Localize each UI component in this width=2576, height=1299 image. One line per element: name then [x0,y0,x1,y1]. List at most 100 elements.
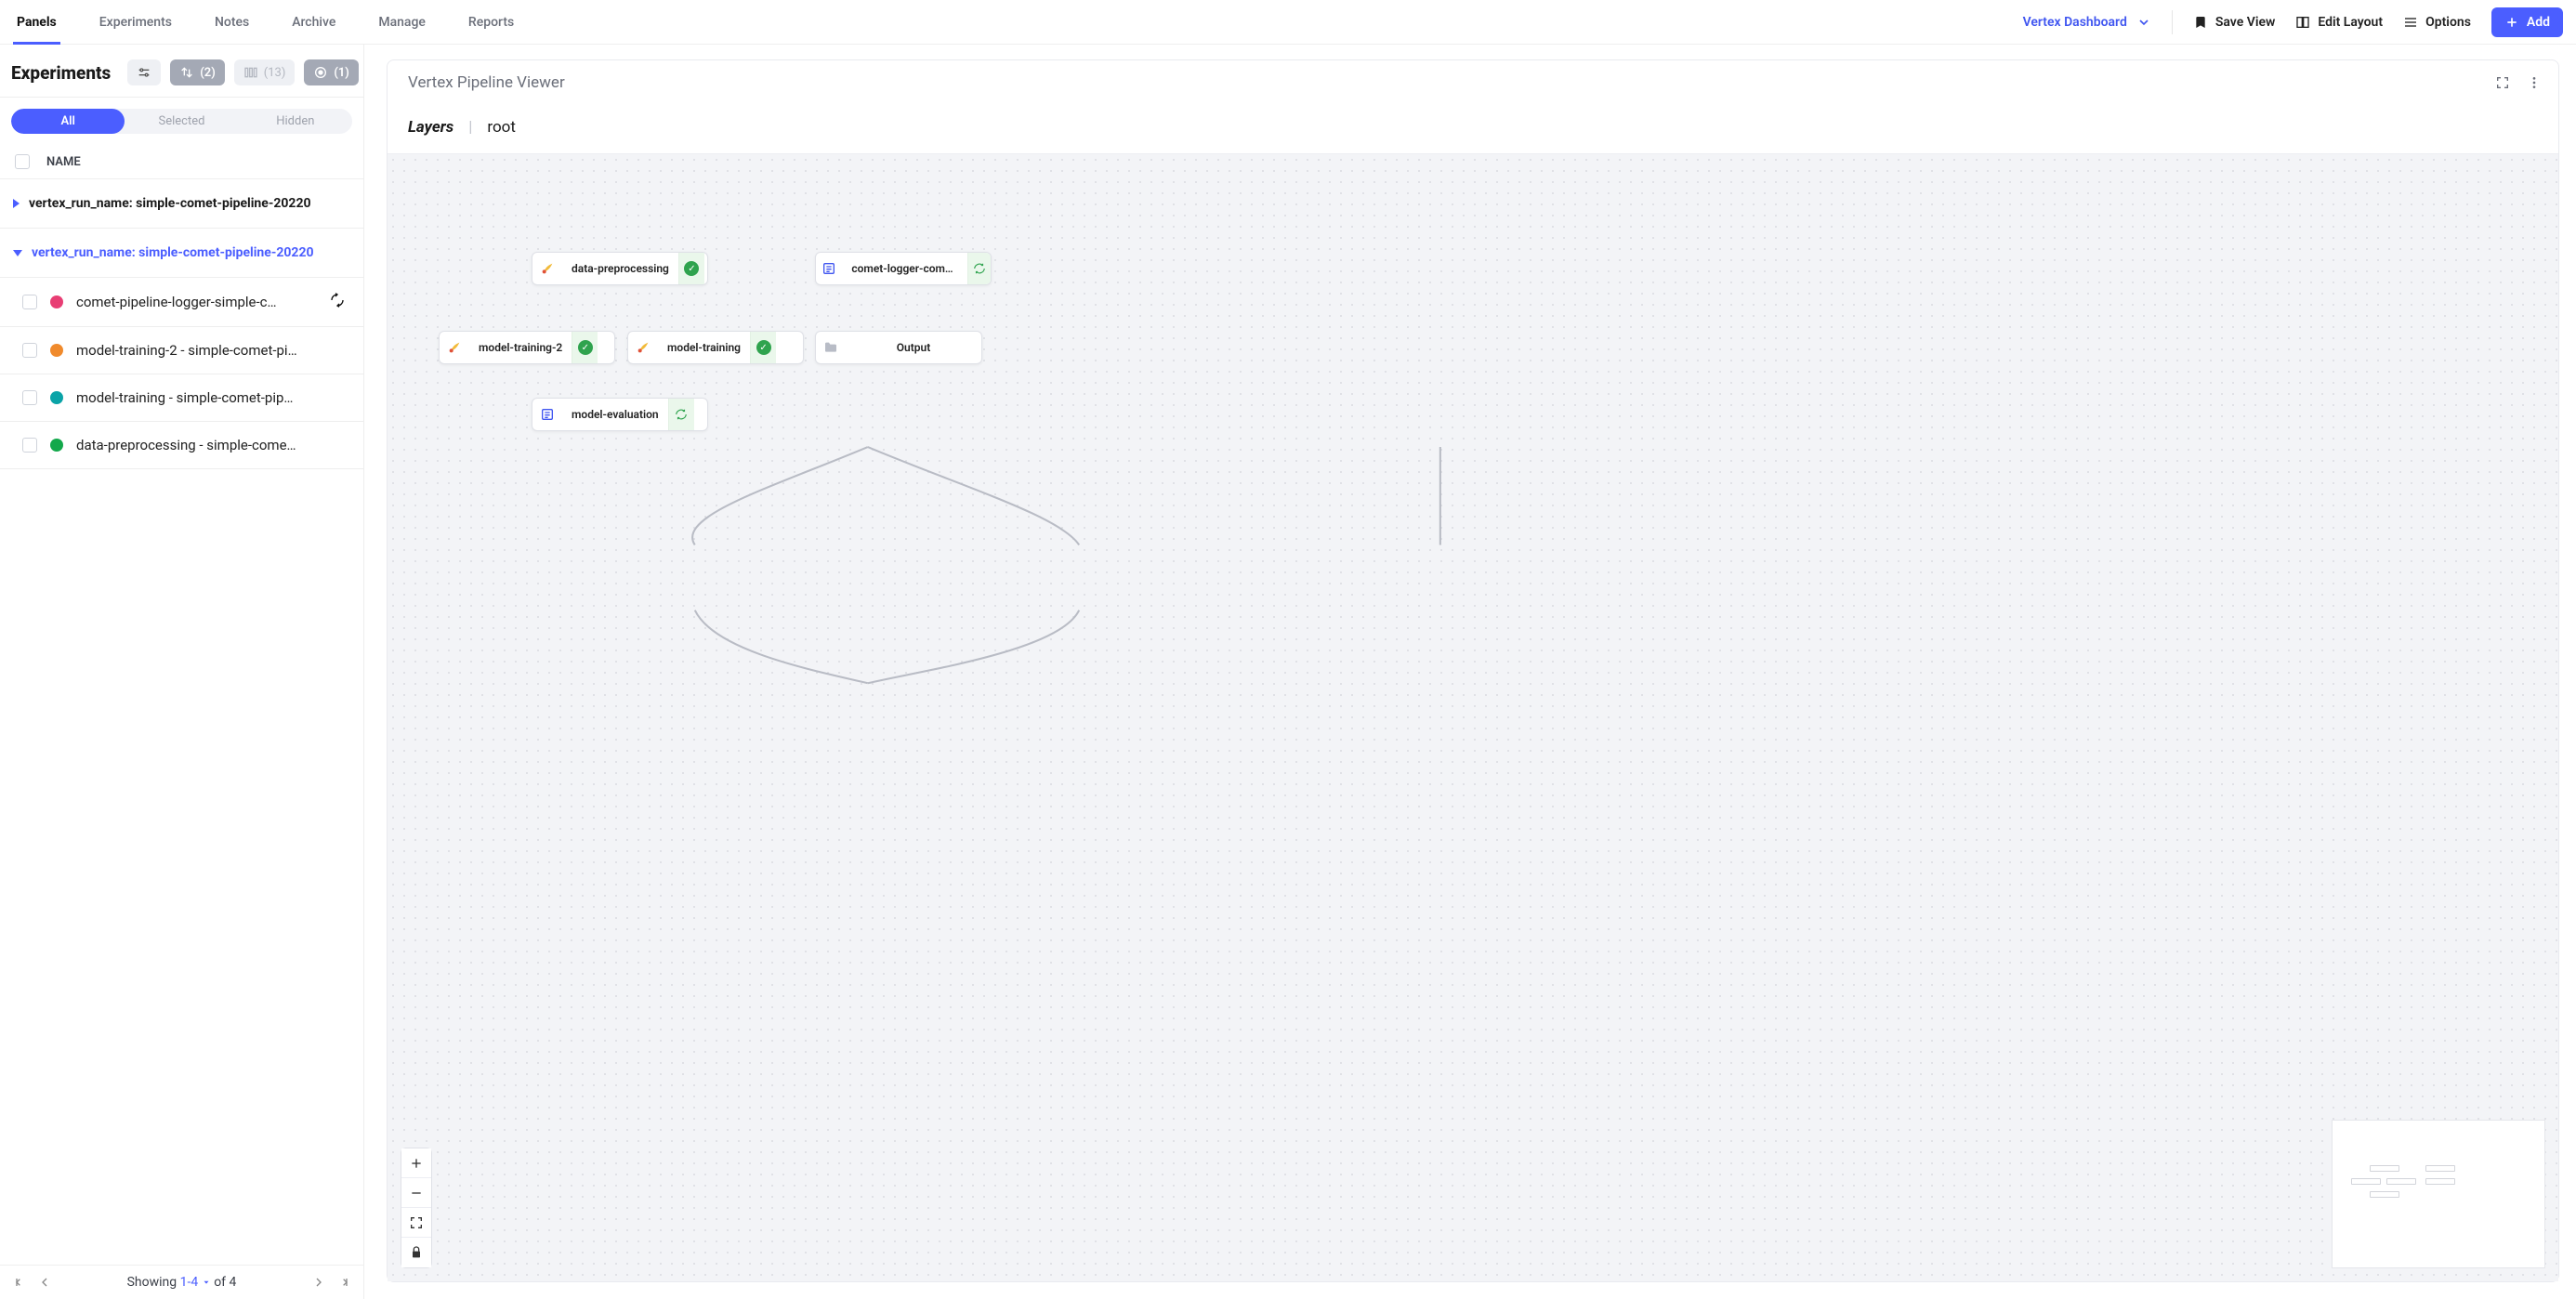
experiment-name: model-training-2 - simple-comet-pi… [76,342,297,359]
target-count: (1) [334,66,349,80]
columns-pill[interactable]: (13) [234,59,296,85]
layout-icon [2295,15,2310,30]
tab-experiments[interactable]: Experiments [96,0,176,45]
add-label: Add [2527,15,2550,30]
breadcrumb-root[interactable]: root [487,118,516,137]
columns-count: (13) [264,66,286,80]
node-model-training[interactable]: model-training ✓ [627,331,804,364]
sidebar: Experiments (2) (13) (1) All Selected Hi… [0,45,364,1299]
panel-header: Vertex Pipeline Viewer [388,60,2558,99]
caret-down-icon [13,250,22,256]
pipeline-graph[interactable]: data-preprocessing ✓ model-training-2 ✓ … [388,153,2558,1281]
options-icon [2403,15,2418,30]
target-pill[interactable]: (1) [304,59,359,85]
node-model-training-2[interactable]: model-training-2 ✓ [439,331,615,364]
segment-selected[interactable]: Selected [125,109,238,134]
zoom-out-button[interactable] [401,1178,431,1208]
row-checkbox[interactable] [22,295,37,309]
tab-reports[interactable]: Reports [465,0,518,45]
experiment-name: model-training - simple-comet-pip… [76,389,293,406]
first-page-icon[interactable] [13,1275,28,1290]
row-checkbox[interactable] [22,438,37,453]
group-row-expanded[interactable]: vertex_run_name: simple-comet-pipeline-2… [0,229,363,278]
pager: Showing 1-4 of 4 [0,1265,363,1299]
list-icon [532,407,562,422]
minimap[interactable] [2332,1120,2545,1268]
segment-all[interactable]: All [11,109,125,134]
sidebar-title: Experiments [11,62,111,84]
options-button[interactable]: Options [2403,15,2471,30]
panel-title: Vertex Pipeline Viewer [408,73,565,92]
experiment-row[interactable]: comet-pipeline-logger-simple-c… [0,278,363,327]
pager-range[interactable]: 1-4 [180,1275,215,1290]
last-page-icon[interactable] [335,1275,350,1290]
nav-tabs: Panels Experiments Notes Archive Manage … [13,0,518,45]
tab-archive[interactable]: Archive [288,0,339,45]
status-refresh-icon [668,399,694,430]
save-view-button[interactable]: Save View [2193,15,2276,30]
breadcrumb-separator: | [468,118,472,137]
sort-pill[interactable]: (2) [170,59,225,85]
color-dot [50,295,63,308]
row-checkbox[interactable] [22,343,37,358]
experiment-row[interactable]: model-training-2 - simple-comet-pi… [0,327,363,374]
node-label: model-evaluation [562,408,668,421]
row-checkbox[interactable] [22,390,37,405]
group-row-collapsed[interactable]: vertex_run_name: simple-comet-pipeline-2… [0,179,363,229]
experiment-row[interactable]: model-training - simple-comet-pip… [0,374,363,422]
kebab-menu-icon[interactable] [2527,75,2542,90]
status-success-icon: ✓ [750,332,776,363]
fullscreen-icon[interactable] [2495,75,2510,90]
sliders-icon [137,65,151,80]
plus-icon [2504,15,2519,30]
sort-count: (2) [200,66,216,80]
experiment-row[interactable]: data-preprocessing - simple-come… [0,422,363,469]
nav-right: Vertex Dashboard Save View Edit Layout O… [2023,7,2563,37]
comet-icon [628,340,658,355]
select-all-checkbox[interactable] [15,154,30,169]
sort-icon [179,65,194,80]
prev-page-icon[interactable] [37,1275,52,1290]
tab-panels[interactable]: Panels [13,0,60,45]
zoom-fit-button[interactable] [401,1208,431,1238]
add-button[interactable]: Add [2491,7,2563,37]
caret-down-icon [202,1278,211,1287]
experiment-name: comet-pipeline-logger-simple-c… [76,294,277,310]
node-output[interactable]: Output [815,331,982,364]
pager-text: Showing 1-4 of 4 [61,1275,302,1290]
node-comet-logger[interactable]: comet-logger-compon… [815,252,992,285]
graph-edges [388,154,2558,1281]
group-label: vertex_run_name: simple-comet-pipeline-2… [29,196,311,211]
column-header: NAME [0,145,363,179]
node-label: comet-logger-compon… [842,262,967,275]
status-success-icon: ✓ [678,253,704,284]
target-icon [313,65,328,80]
columns-icon [243,65,258,80]
color-dot [50,344,63,357]
col-name-label: NAME [46,155,81,169]
node-model-evaluation[interactable]: model-evaluation [532,398,708,431]
filter-settings-pill[interactable] [127,59,161,85]
main-area: Vertex Pipeline Viewer Layers | root [364,45,2576,1299]
zoom-lock-button[interactable] [401,1238,431,1267]
panel: Vertex Pipeline Viewer Layers | root [387,59,2559,1282]
tab-manage[interactable]: Manage [375,0,429,45]
loading-icon [330,293,345,311]
top-nav: Panels Experiments Notes Archive Manage … [0,0,2576,45]
node-data-preprocessing[interactable]: data-preprocessing ✓ [532,252,708,285]
tab-notes[interactable]: Notes [211,0,253,45]
sidebar-head: Experiments (2) (13) (1) [0,45,363,98]
bookmark-icon [2193,15,2208,30]
segment-hidden[interactable]: Hidden [239,109,352,134]
zoom-in-button[interactable] [401,1148,431,1178]
edit-layout-button[interactable]: Edit Layout [2295,15,2383,30]
options-label: Options [2425,15,2471,30]
comet-icon [440,340,469,355]
dashboard-select[interactable]: Vertex Dashboard [2023,15,2151,30]
folder-icon [816,340,846,355]
status-refresh-icon [967,253,991,284]
next-page-icon[interactable] [311,1275,326,1290]
node-label: data-preprocessing [562,262,678,275]
save-view-label: Save View [2215,15,2276,30]
chevron-down-icon [2136,15,2151,30]
